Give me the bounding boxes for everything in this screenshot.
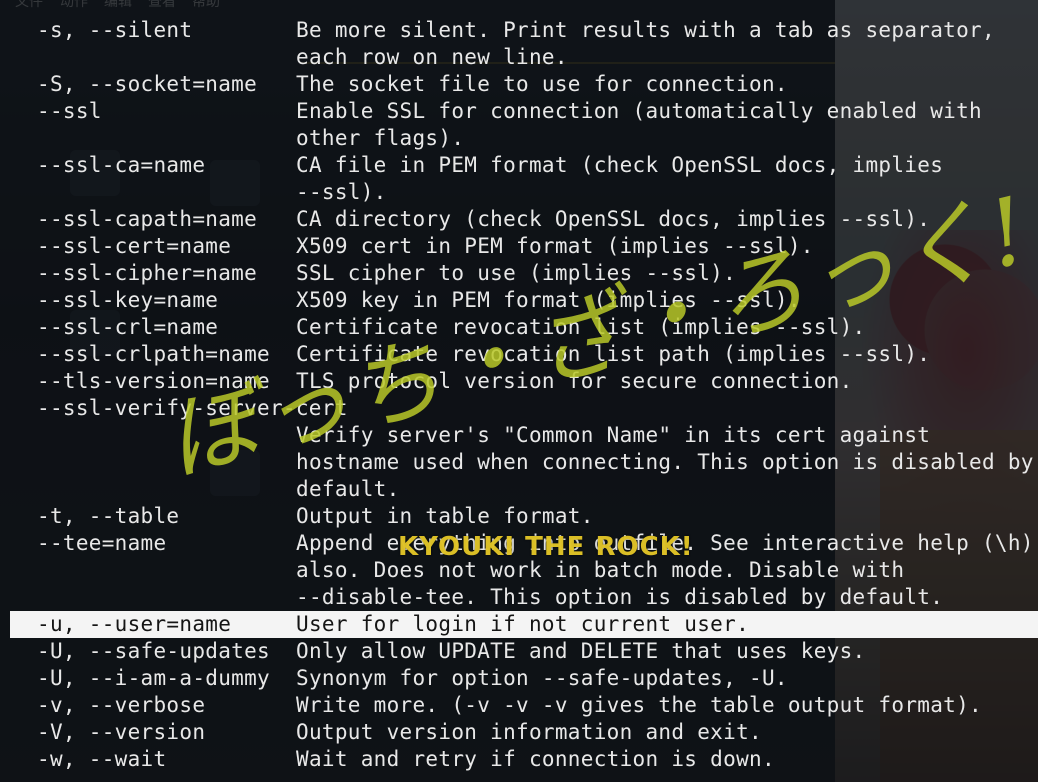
- option-name: -S, --socket=name: [37, 72, 258, 96]
- option-name: --ssl-ca=name: [37, 153, 206, 177]
- option-description: --ssl).: [296, 180, 387, 204]
- option-description: Write more. (-v -v -v gives the table ou…: [296, 693, 982, 717]
- option-name: --ssl: [37, 99, 102, 123]
- option-name: -w, --wait: [37, 747, 167, 771]
- option-description: each row on new line.: [296, 45, 568, 69]
- option-description: hostname used when connecting. This opti…: [296, 450, 1034, 474]
- option-description: default.: [296, 477, 400, 501]
- option-description: --disable-tee. This option is disabled b…: [296, 585, 944, 609]
- option-name: -v, --verbose: [37, 693, 206, 717]
- option-description: User for login if not current user.: [296, 612, 750, 636]
- option-description: Only allow UPDATE and DELETE that uses k…: [296, 639, 866, 663]
- option-description: The socket file to use for connection.: [296, 72, 788, 96]
- option-name: -u, --user=name: [37, 612, 232, 636]
- option-name: --ssl-capath=name: [37, 207, 258, 231]
- terminal-line-selected: -u, --user=name User for login if not cur…: [10, 611, 1038, 638]
- option-name: -U, --i-am-a-dummy: [37, 666, 270, 690]
- option-name: --ssl-key=name: [37, 288, 219, 312]
- option-description: Enable SSL for connection (automatically…: [296, 99, 982, 123]
- option-description: Output in table format.: [296, 504, 594, 528]
- option-description: Wait and retry if connection is down.: [296, 747, 775, 771]
- option-name: -V, --version: [37, 720, 206, 744]
- option-name: -t, --table: [37, 504, 180, 528]
- option-name: --ssl-cert=name: [37, 234, 232, 258]
- option-description: Synonym for option --safe-updates, -U.: [296, 666, 788, 690]
- option-name: -s, --silent: [37, 18, 193, 42]
- option-name: --ssl-crl=name: [37, 315, 219, 339]
- option-description: other flags).: [296, 126, 465, 150]
- option-description: Be more silent. Print results with a tab…: [296, 18, 995, 42]
- option-description: CA file in PEM format (check OpenSSL doc…: [296, 153, 944, 177]
- option-description: Output version information and exit.: [296, 720, 762, 744]
- option-name: --ssl-cipher=name: [37, 261, 258, 285]
- option-name: -U, --safe-updates: [37, 639, 270, 663]
- wallpaper-stamp-text: KYOUKI THE ROCK!: [398, 532, 694, 562]
- option-name: --tee=name: [37, 531, 167, 555]
